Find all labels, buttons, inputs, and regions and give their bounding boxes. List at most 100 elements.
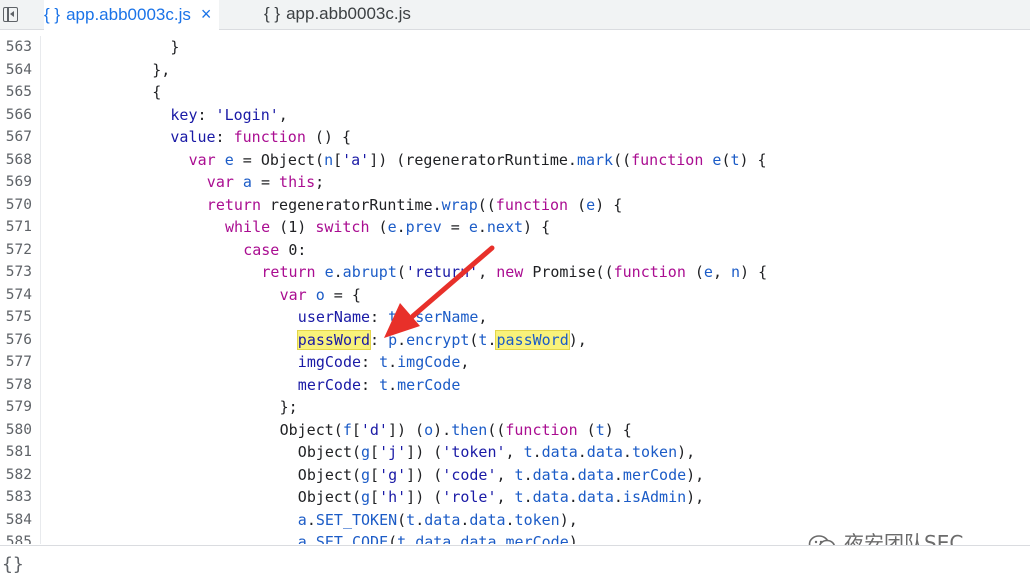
code-token: .	[306, 533, 316, 544]
code-token: t	[397, 533, 407, 544]
code-token: 'g'	[379, 465, 407, 484]
code-line[interactable]: 565 {	[0, 81, 1030, 103]
code-token: )	[568, 533, 578, 544]
code-line[interactable]: 582 Object(g['g']) ('code', t.data.data.m…	[0, 464, 1030, 486]
line-number[interactable]: 571	[0, 216, 32, 238]
line-number[interactable]: 568	[0, 149, 32, 171]
code-token: 'token'	[442, 443, 506, 461]
line-number[interactable]: 573	[0, 261, 32, 283]
code-token: (	[396, 263, 406, 281]
tab-app-js[interactable]: { } app.abb0003c.js	[264, 0, 411, 30]
line-number[interactable]: 574	[0, 284, 32, 306]
file-braces-icon: { }	[264, 4, 281, 23]
line-number[interactable]: 567	[0, 126, 32, 148]
code-line[interactable]: 578 merCode: t.merCode	[0, 374, 1030, 396]
code-token: :	[215, 128, 234, 146]
line-number[interactable]: 585	[0, 531, 32, 544]
code-token: Object(	[297, 465, 362, 484]
code-line[interactable]: 566 key: 'Login',	[0, 104, 1030, 126]
code-token: var	[188, 150, 216, 169]
code-token: .	[306, 510, 316, 529]
code-line[interactable]: 577 imgCode: t.imgCode,	[0, 351, 1030, 373]
code-line[interactable]: 573 return e.abrupt('return', new Promise…	[0, 261, 1030, 283]
code-token: merCode	[505, 533, 569, 544]
code-token: imgCode	[397, 353, 461, 371]
code-token: g	[361, 443, 371, 461]
code-token: .	[577, 443, 587, 461]
code-token: data	[532, 488, 569, 506]
code-token: ,	[478, 308, 488, 326]
code-token: t	[523, 443, 533, 461]
code-token: t	[595, 420, 605, 439]
tab-app-js-active[interactable]: { } app.abb0003c.js ×	[44, 0, 220, 30]
line-number[interactable]: 578	[0, 374, 32, 396]
line-number[interactable]: 583	[0, 486, 32, 508]
code-token: while	[225, 218, 271, 236]
line-number[interactable]: 582	[0, 464, 32, 486]
code-line[interactable]: 581 Object(g['j']) ('token', t.data.data.…	[0, 441, 1030, 463]
code-token: e	[224, 150, 234, 169]
code-token: (	[388, 533, 398, 544]
line-number[interactable]: 575	[0, 306, 32, 328]
code-line[interactable]: 563}	[0, 36, 1030, 58]
code-token: ]) (	[406, 443, 443, 461]
code-token: data	[577, 488, 614, 506]
code-token: .	[396, 218, 406, 236]
code-token: }	[170, 38, 180, 56]
code-token: .	[496, 533, 506, 544]
code-line[interactable]: 580 Object(f['d']) (o).then((function (t)…	[0, 419, 1030, 441]
code-line[interactable]: 571 while (1) switch (e.prev = e.next) {	[0, 216, 1030, 238]
code-line[interactable]: 570 return regeneratorRuntime.wrap((funct…	[0, 194, 1030, 216]
code-text: return regeneratorRuntime.wrap((function…	[207, 194, 622, 216]
tab-label: app.abb0003c.js	[66, 5, 191, 24]
code-token: function	[613, 263, 686, 281]
code-text: value: function () {	[170, 126, 351, 148]
code-token: ((	[477, 195, 496, 214]
close-icon[interactable]: ×	[201, 4, 212, 24]
code-line[interactable]: 564},	[0, 59, 1030, 81]
line-number[interactable]: 565	[0, 81, 32, 103]
line-number[interactable]: 572	[0, 239, 32, 261]
code-line[interactable]: 574 var o = {	[0, 284, 1030, 306]
code-token: a	[297, 533, 307, 544]
line-number[interactable]: 576	[0, 329, 32, 351]
line-number[interactable]: 577	[0, 351, 32, 373]
code-line[interactable]: 583 Object(g['h']) ('role', t.data.data.i…	[0, 486, 1030, 508]
code-token: 'd'	[360, 420, 388, 439]
code-token: userName	[297, 308, 371, 326]
code-token: .	[397, 330, 407, 349]
code-line[interactable]: 572 case 0:	[0, 239, 1030, 261]
code-line[interactable]: 567 value: function () {	[0, 126, 1030, 148]
code-token: 'return'	[405, 263, 479, 281]
line-number[interactable]: 564	[0, 59, 32, 81]
toggle-navigator-icon[interactable]	[3, 7, 18, 22]
code-token: .	[532, 443, 542, 461]
line-number[interactable]: 563	[0, 36, 32, 58]
line-number[interactable]: 569	[0, 171, 32, 193]
code-line[interactable]: 569 var a = this;	[0, 171, 1030, 193]
code-token: [	[370, 443, 380, 461]
code-token: = Object(	[233, 150, 325, 169]
line-number[interactable]: 579	[0, 396, 32, 418]
code-token: = {	[324, 285, 361, 304]
code-line[interactable]: 568 var e = Object(n['a']) (regeneratorRu…	[0, 149, 1030, 171]
line-number[interactable]: 580	[0, 419, 32, 441]
code-line[interactable]: 576 passWord: p.encrypt(t.passWord),	[0, 329, 1030, 351]
code-token: .	[388, 353, 398, 371]
line-number[interactable]: 581	[0, 441, 32, 463]
code-token: };	[279, 398, 298, 416]
code-token: (	[397, 510, 407, 529]
line-number[interactable]: 566	[0, 104, 32, 126]
code-token: 'a'	[342, 150, 370, 169]
code-editor[interactable]: 563} 564}, 565{566 key: 'Login', 567 value: f…	[0, 36, 1030, 544]
code-token: n	[324, 150, 334, 169]
code-token: function	[505, 420, 578, 439]
line-number[interactable]: 570	[0, 194, 32, 216]
line-number[interactable]: 584	[0, 509, 32, 531]
code-line[interactable]: 575 userName: t.userName,	[0, 306, 1030, 328]
pretty-print-icon[interactable]: {}	[2, 555, 24, 575]
code-line[interactable]: 579};	[0, 396, 1030, 418]
search-highlight-token: passWord	[296, 329, 372, 350]
